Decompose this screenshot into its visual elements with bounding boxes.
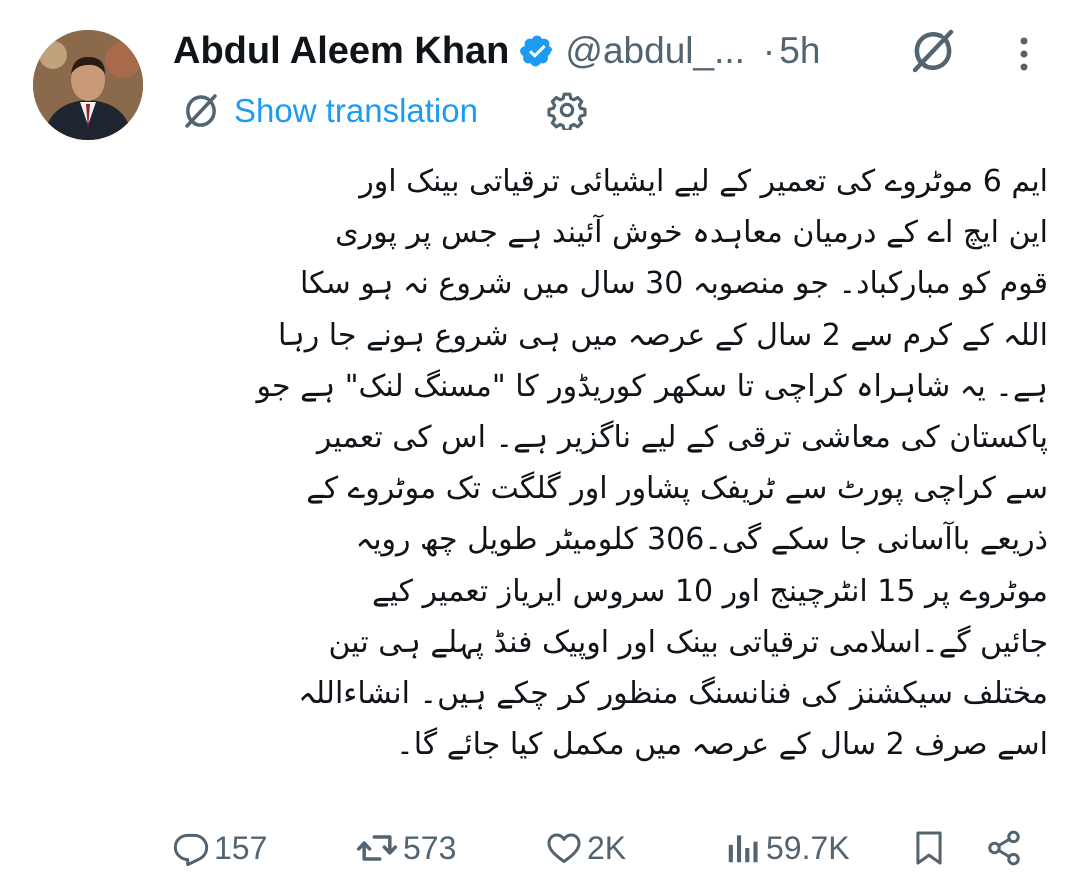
action-bar: 157 573 2K 59.7K — [0, 818, 1080, 878]
tweet-header: Abdul Aleem Khan @abdul_... · 5h — [173, 26, 820, 76]
avatar[interactable] — [33, 30, 143, 140]
tweet-line: اسے صرف 2 سال کے عرصہ میں مکمل کیا جائے … — [396, 727, 1048, 763]
translate-row: Show translation — [182, 88, 478, 134]
tweet-line: ایم 6 موٹروے کی تعمیر کے لیے ایشیائی ترق… — [359, 164, 1048, 199]
show-translation-link[interactable]: Show translation — [234, 92, 478, 130]
tweet-line: این ایچ اے کے درمیان معاہدہ خوش آئیند ہے… — [335, 215, 1048, 251]
tweet-line: جائیں گے۔اسلامی ترقیاتی بینک اور اوپیک ف… — [328, 624, 1048, 660]
tweet-line: قوم کو مبارکباد۔ جو منصوبہ 30 سال میں شر… — [299, 266, 1048, 302]
reply-count: 157 — [214, 829, 268, 866]
avatar-image — [33, 30, 143, 140]
bookmark-button[interactable] — [910, 818, 948, 878]
repost-icon — [356, 835, 398, 861]
separator-dot: · — [762, 30, 776, 71]
tweet-line: پاکستان کی معاشی ترقی کے لیے ناگزیر ہے۔ … — [316, 420, 1048, 456]
tweet-line: موٹروے پر 15 انٹرچینج اور 10 سروس ایریاز… — [372, 573, 1048, 609]
repost-count: 573 — [403, 829, 457, 866]
author-name[interactable]: Abdul Aleem Khan — [173, 30, 509, 73]
share-icon — [988, 830, 1020, 866]
repost-button[interactable]: 573 — [355, 818, 456, 878]
heart-icon — [547, 833, 581, 863]
tweet-text: ایم 6 موٹروے کی تعمیر کے لیے ایشیائی ترق… — [168, 156, 1048, 770]
bookmark-icon — [916, 831, 942, 865]
like-count: 2K — [587, 829, 627, 866]
verified-badge-icon — [520, 35, 553, 67]
translate-icon — [185, 94, 217, 128]
like-button[interactable]: 2K — [545, 818, 626, 878]
tweet-line: مختلف سیکشنز کی فنانسنگ منظور کر چکے ہیں… — [298, 676, 1048, 712]
author-handle[interactable]: @abdul_... — [565, 30, 745, 72]
grok-icon[interactable] — [908, 28, 958, 74]
tweet-line: سے کراچی پورٹ سے ٹریفک پشاور اور گلگت تک… — [306, 471, 1048, 507]
tweet-line: ذریعے باآسانی جا سکے گی۔306 کلومیٹر طویل… — [355, 522, 1048, 558]
more-vertical-icon[interactable] — [1010, 34, 1038, 74]
reply-icon — [173, 833, 209, 867]
gear-icon[interactable] — [547, 90, 587, 130]
share-button[interactable] — [985, 818, 1023, 878]
timestamp[interactable]: 5h — [779, 30, 820, 72]
tweet-line: اللہ کے کرم سے 2 سال کے عرصہ میں ہی شروع… — [278, 317, 1048, 353]
views-icon — [728, 835, 758, 863]
views-button[interactable]: 59.7K — [724, 818, 850, 878]
views-count: 59.7K — [766, 829, 850, 866]
reply-button[interactable]: 157 — [172, 818, 267, 878]
tweet-line: ہے۔ یہ شاہراہ کراچی تا سکھر کوریڈور کا "… — [256, 368, 1048, 404]
